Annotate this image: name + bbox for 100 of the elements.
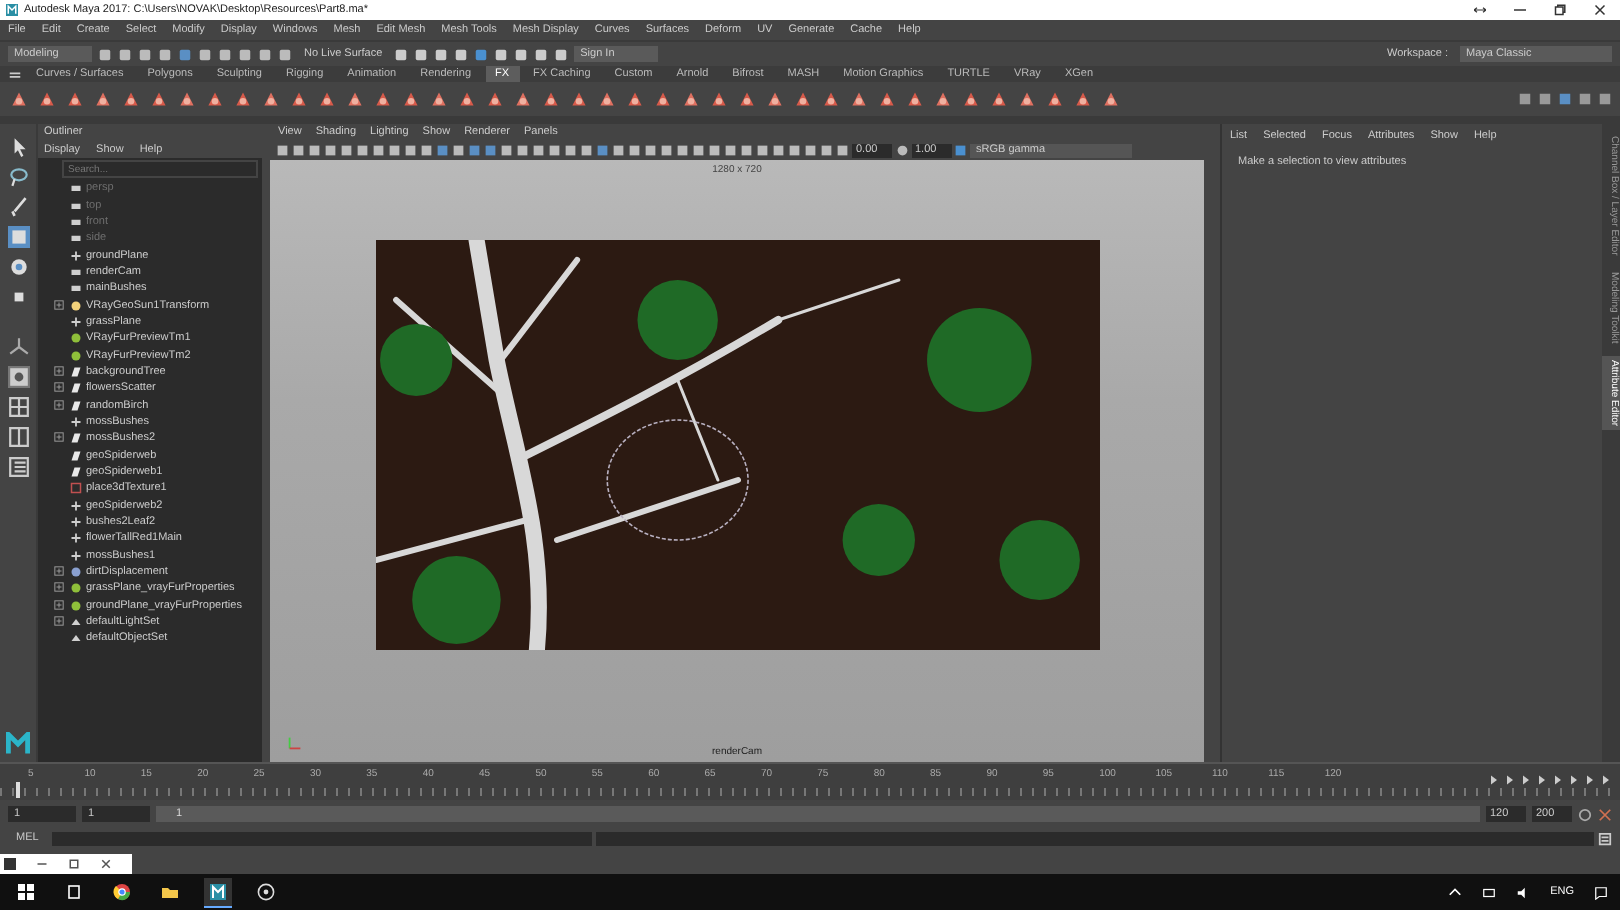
shelf-tool-icon[interactable]	[120, 88, 142, 110]
node-icon	[70, 482, 82, 495]
shelf-tool-icon[interactable]	[932, 88, 954, 110]
shelf-tool-icon[interactable]	[316, 88, 338, 110]
expand-icon[interactable]	[54, 299, 64, 310]
node-icon	[70, 349, 82, 362]
shelf-tool-icon[interactable]	[904, 88, 926, 110]
close-icon[interactable]	[1594, 4, 1606, 16]
shelf-tool-icon[interactable]	[204, 88, 226, 110]
shelf-tool-icon[interactable]	[372, 88, 394, 110]
node-icon	[70, 449, 82, 462]
node-icon	[70, 599, 82, 612]
auto-key-icon[interactable]	[1578, 807, 1592, 821]
two-pane-layout-icon[interactable]	[7, 426, 29, 448]
axis-gizmo-icon	[286, 734, 304, 752]
paint-tool-icon[interactable]	[7, 196, 29, 218]
shelf-tool-icon[interactable]	[652, 88, 674, 110]
minimize-icon[interactable]	[36, 858, 48, 870]
shelf-tool-icon[interactable]	[876, 88, 898, 110]
shelf-tool-icon[interactable]	[568, 88, 590, 110]
close-icon[interactable]	[100, 858, 112, 870]
shelf-tool-icon[interactable]	[1044, 88, 1066, 110]
single-pane-layout-icon[interactable]	[7, 366, 29, 388]
shelf-tool-icon[interactable]	[260, 88, 282, 110]
shelf-tool-icon[interactable]	[428, 88, 450, 110]
node-icon	[70, 249, 82, 262]
move-tool-icon[interactable]	[7, 226, 29, 248]
expand-icon[interactable]	[54, 599, 64, 610]
expand-icon[interactable]	[54, 382, 64, 393]
shelf-tool-icon[interactable]	[680, 88, 702, 110]
lasso-tool-icon[interactable]	[7, 166, 29, 188]
expand-icon[interactable]	[54, 365, 64, 376]
node-icon	[70, 432, 82, 445]
shelf-tool-icon[interactable]	[512, 88, 534, 110]
rotate-tool-icon[interactable]	[7, 256, 29, 278]
node-icon	[70, 532, 82, 545]
color-management-icon[interactable]	[954, 143, 967, 157]
gamma-icon[interactable]	[895, 143, 908, 157]
shelf-tool-icon[interactable]	[960, 88, 982, 110]
shelf-tool-icon[interactable]	[988, 88, 1010, 110]
shelf-tool-icon[interactable]	[1016, 88, 1038, 110]
node-icon	[70, 365, 82, 378]
four-pane-layout-icon[interactable]	[7, 396, 29, 418]
expand-icon[interactable]	[54, 399, 64, 410]
resize-icon[interactable]	[1474, 4, 1486, 16]
shelf-tool-icon[interactable]	[92, 88, 114, 110]
restore-icon[interactable]	[1554, 4, 1566, 16]
chevron-up-icon[interactable]	[1448, 885, 1463, 899]
shelf-tool-icon[interactable]	[232, 88, 254, 110]
shelf-tool-icon[interactable]	[736, 88, 758, 110]
shelf-tool-icon[interactable]	[36, 88, 58, 110]
node-icon	[70, 566, 82, 579]
shelf-tool-icon[interactable]	[8, 88, 30, 110]
shelf-tool-icon[interactable]	[1072, 88, 1094, 110]
shelf-tool-icon[interactable]	[1100, 88, 1122, 110]
expand-icon[interactable]	[54, 566, 64, 577]
app-icon	[4, 858, 16, 870]
shelf-tool-icon[interactable]	[344, 88, 366, 110]
shelf-tool-icon[interactable]	[540, 88, 562, 110]
shelf-tool-icon[interactable]	[764, 88, 786, 110]
restore-icon[interactable]	[68, 858, 80, 870]
shelf-tool-icon[interactable]	[596, 88, 618, 110]
network-icon[interactable]	[1482, 885, 1497, 899]
shelf-menu-icon[interactable]	[8, 67, 22, 81]
shelf-tool-icon[interactable]	[456, 88, 478, 110]
floating-mini-window[interactable]	[0, 854, 132, 874]
windows-start-icon[interactable]	[12, 878, 40, 906]
node-icon	[70, 466, 82, 479]
minimize-icon[interactable]	[1514, 4, 1526, 16]
node-icon	[70, 399, 82, 412]
outliner-layout-icon[interactable]	[7, 456, 29, 478]
script-editor-icon[interactable]	[1598, 831, 1612, 845]
axis-icon[interactable]	[7, 336, 29, 358]
shelf-tool-icon[interactable]	[484, 88, 506, 110]
node-icon	[70, 332, 82, 345]
shelf-tool-icon[interactable]	[148, 88, 170, 110]
shelf-tool-icon[interactable]	[64, 88, 86, 110]
node-icon	[70, 415, 82, 428]
node-icon	[70, 616, 82, 629]
shelf-tool-icon[interactable]	[176, 88, 198, 110]
expand-icon[interactable]	[54, 432, 64, 443]
expand-icon[interactable]	[54, 582, 64, 593]
maya-logo-icon	[6, 732, 30, 756]
shelf-tool-icon[interactable]	[624, 88, 646, 110]
shelf-tool-icon[interactable]	[792, 88, 814, 110]
current-frame-marker[interactable]	[16, 782, 20, 798]
shelf-tool-icon[interactable]	[820, 88, 842, 110]
command-input-field[interactable]	[52, 831, 592, 845]
volume-icon[interactable]	[1516, 885, 1531, 899]
maya-app-icon[interactable]	[204, 877, 232, 907]
preferences-icon[interactable]	[1598, 807, 1612, 821]
recorder-app-icon[interactable]	[252, 878, 280, 906]
shelf-tool-icon[interactable]	[848, 88, 870, 110]
shelf-tool-icon[interactable]	[288, 88, 310, 110]
expand-icon[interactable]	[54, 616, 64, 627]
notification-icon[interactable]	[1594, 885, 1608, 899]
shelf-tool-icon[interactable]	[400, 88, 422, 110]
browser-icon[interactable]	[108, 878, 136, 906]
node-icon	[70, 549, 82, 562]
shelf-tool-icon[interactable]	[708, 88, 730, 110]
